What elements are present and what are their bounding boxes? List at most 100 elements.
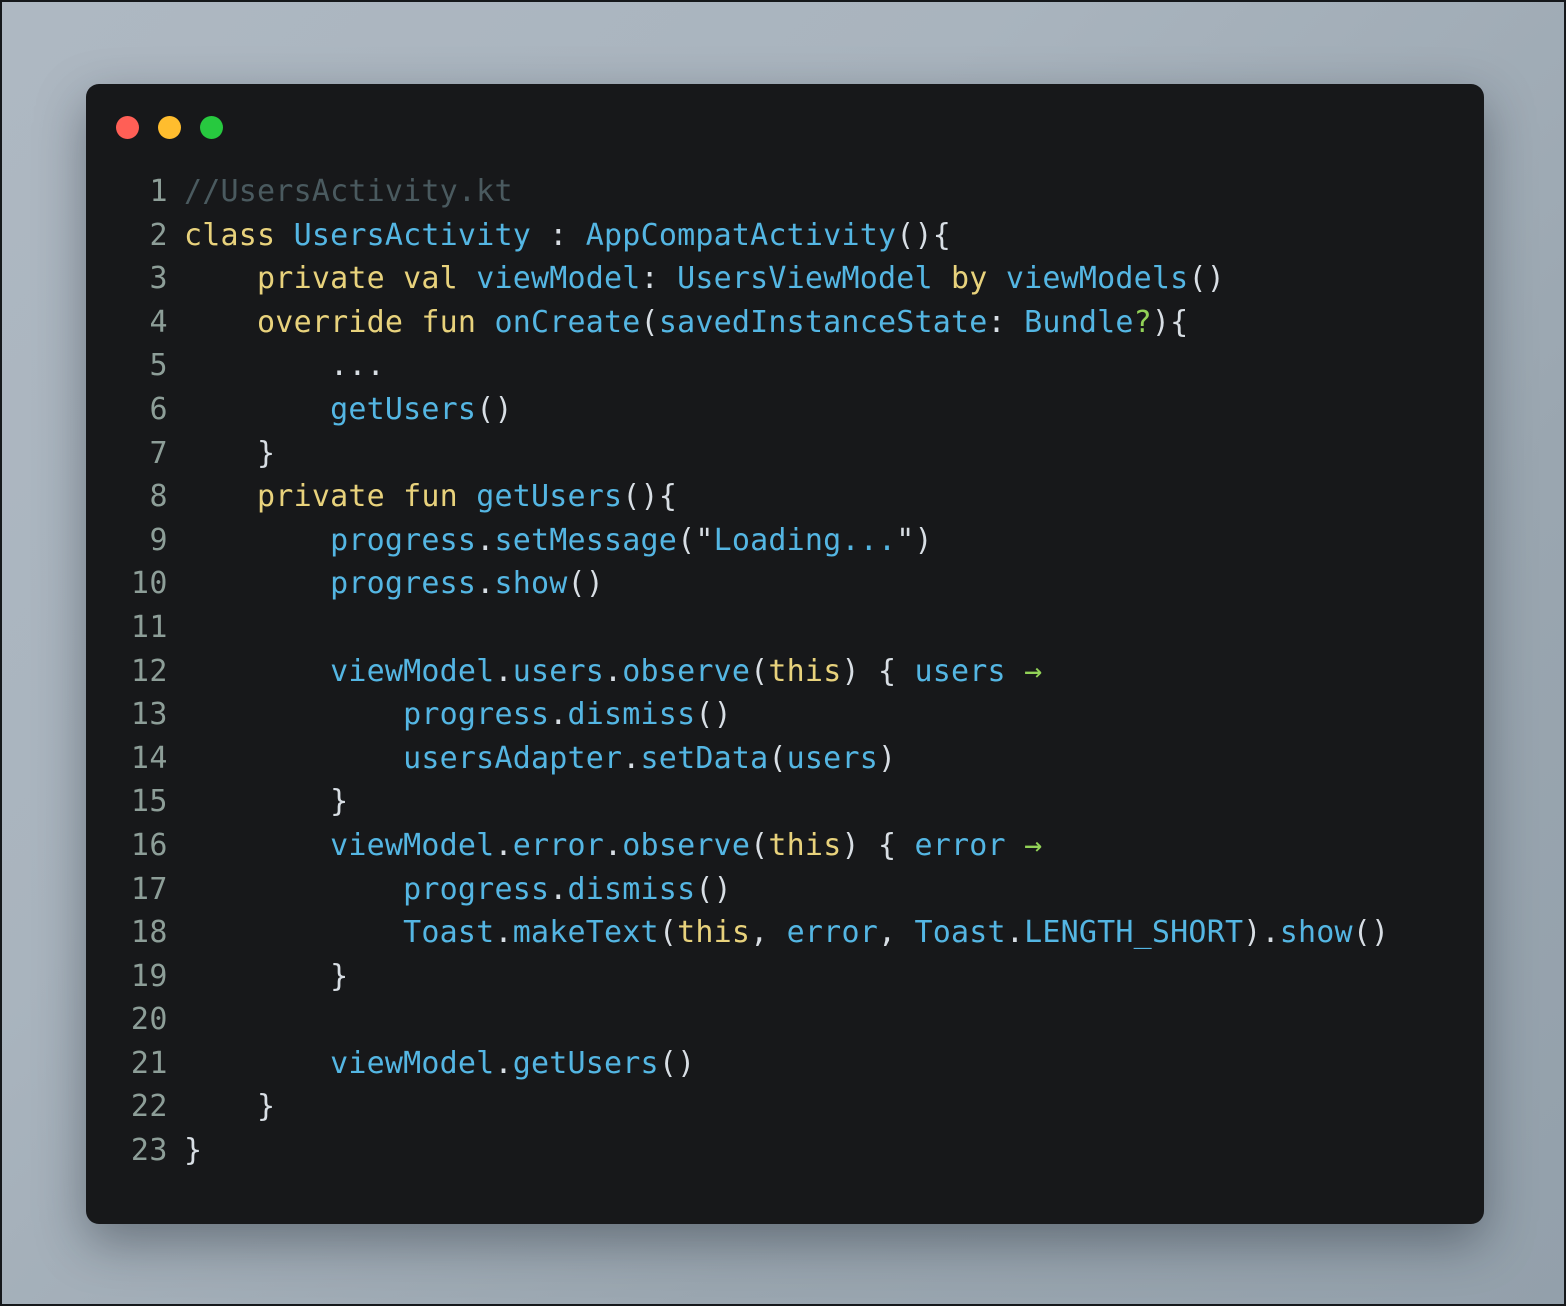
code-line-text: private val viewModel: UsersViewModel by… bbox=[184, 257, 1225, 301]
token-arrow: → bbox=[1024, 653, 1043, 689]
code-line[interactable]: 9 progress.setMessage("Loading...") bbox=[110, 519, 1484, 563]
close-button-icon[interactable] bbox=[116, 115, 139, 139]
minimize-button-icon[interactable] bbox=[158, 115, 181, 139]
code-line[interactable]: 15 } bbox=[110, 780, 1484, 824]
line-number: 9 bbox=[149, 522, 168, 558]
token-punct: ( bbox=[640, 304, 659, 340]
code-line[interactable]: 19 } bbox=[110, 955, 1484, 999]
token-keyword: this bbox=[768, 827, 842, 863]
token-keyword: this bbox=[677, 915, 751, 951]
token-punct: } bbox=[184, 1133, 203, 1169]
code-line-text: progress.dismiss() bbox=[184, 868, 732, 912]
code-line-text: } bbox=[184, 1085, 275, 1129]
zoom-button-icon[interactable] bbox=[200, 115, 223, 139]
token-punct: () bbox=[658, 1045, 696, 1081]
code-line-text: viewModel.getUsers() bbox=[184, 1042, 695, 1086]
token-punct: } bbox=[184, 1089, 276, 1125]
code-line[interactable]: 5 ... bbox=[110, 344, 1484, 388]
line-number: 23 bbox=[130, 1133, 168, 1169]
line-number: 14 bbox=[130, 740, 168, 776]
code-line[interactable]: 3 private val viewModel: UsersViewModel … bbox=[110, 257, 1484, 301]
token-keyword: private fun bbox=[257, 479, 458, 515]
token-ident: AppCompatActivity bbox=[585, 217, 897, 253]
code-line[interactable]: 11 bbox=[110, 606, 1484, 650]
line-number: 8 bbox=[149, 479, 168, 515]
token-ident: users bbox=[786, 740, 878, 776]
code-line[interactable]: 18 Toast.makeText(this, error, Toast.LEN… bbox=[110, 911, 1484, 955]
code-line[interactable]: 23} bbox=[110, 1129, 1484, 1173]
line-number: 11 bbox=[130, 609, 168, 645]
token-punct: . bbox=[604, 827, 623, 863]
token-punct: . bbox=[622, 740, 641, 776]
token-punct: : bbox=[530, 217, 586, 253]
code-line[interactable]: 8 private fun getUsers(){ bbox=[110, 475, 1484, 519]
code-line[interactable]: 10 progress.show() bbox=[110, 562, 1484, 606]
token-punct: : bbox=[987, 304, 1025, 340]
token-ident: Loading... bbox=[713, 522, 897, 558]
line-number: 22 bbox=[130, 1089, 168, 1125]
token-punct: ( bbox=[750, 653, 769, 689]
code-line[interactable]: 14 usersAdapter.setData(users) bbox=[110, 737, 1484, 781]
token-ident: usersAdapter bbox=[403, 740, 623, 776]
token-punct: () bbox=[695, 697, 732, 733]
code-line-text: progress.show() bbox=[184, 562, 604, 606]
token-punct: . bbox=[549, 871, 568, 907]
token-punct: ) { bbox=[841, 827, 915, 863]
code-line-text: getUsers() bbox=[184, 388, 513, 432]
code-line[interactable]: 13 progress.dismiss() bbox=[110, 693, 1484, 737]
line-number: 4 bbox=[149, 304, 168, 340]
token-punct: . bbox=[1005, 915, 1025, 951]
line-number: 7 bbox=[149, 435, 168, 471]
token-ident: viewModel bbox=[330, 653, 495, 689]
code-line-text: progress.dismiss() bbox=[184, 693, 732, 737]
token-punct: ) { bbox=[841, 653, 915, 689]
token-ident: viewModel bbox=[330, 827, 495, 863]
line-number: 19 bbox=[130, 958, 168, 994]
token-ident: savedInstanceState bbox=[658, 304, 988, 340]
code-line-text: progress.setMessage("Loading...") bbox=[184, 519, 933, 563]
token-punct: . bbox=[494, 827, 513, 863]
code-editor[interactable]: 1 //UsersActivity.kt 2 class UsersActivity … bbox=[86, 170, 1484, 1173]
code-line[interactable]: 16 viewModel.error.observe(this) { error… bbox=[110, 824, 1484, 868]
token-punct: . bbox=[476, 522, 495, 558]
code-line[interactable]: 4 override fun onCreate(savedInstanceSta… bbox=[110, 301, 1484, 345]
line-number: 15 bbox=[130, 784, 168, 820]
code-line-text: class UsersActivity : AppCompatActivity(… bbox=[184, 214, 951, 258]
token-ident: progress bbox=[330, 522, 477, 558]
line-number: 18 bbox=[130, 915, 168, 951]
token-ident: UsersActivity bbox=[293, 217, 531, 253]
token-punct: . bbox=[549, 697, 568, 733]
token-punct: . bbox=[494, 1045, 513, 1081]
code-line[interactable]: 12 viewModel.users.observe(this) { users… bbox=[110, 650, 1484, 694]
code-line[interactable]: 2 class UsersActivity : AppCompatActivity… bbox=[110, 214, 1484, 258]
token-ident: error bbox=[512, 827, 605, 863]
code-line[interactable]: 1 //UsersActivity.kt bbox=[110, 170, 1484, 214]
token-ident: observe bbox=[622, 653, 751, 689]
code-line[interactable]: 17 progress.dismiss() bbox=[110, 868, 1484, 912]
token-punct: } bbox=[184, 784, 349, 820]
token-keyword: by bbox=[951, 261, 988, 297]
line-number: 5 bbox=[149, 348, 168, 384]
token-punct: () bbox=[476, 391, 513, 427]
code-line-text: } bbox=[184, 1129, 202, 1173]
code-line[interactable]: 6 getUsers() bbox=[110, 388, 1484, 432]
window-titlebar[interactable] bbox=[86, 84, 1484, 170]
code-line[interactable]: 22 } bbox=[110, 1085, 1484, 1129]
token-punct: () bbox=[567, 566, 605, 602]
code-line[interactable]: 7 } bbox=[110, 432, 1484, 476]
token-ident: Bundle bbox=[1024, 304, 1134, 340]
code-line[interactable]: 21 viewModel.getUsers() bbox=[110, 1042, 1484, 1086]
line-number: 16 bbox=[130, 827, 168, 863]
code-line[interactable]: 20 bbox=[110, 998, 1484, 1042]
token-arrow: → bbox=[1024, 827, 1043, 863]
token-punct: } bbox=[184, 435, 276, 471]
